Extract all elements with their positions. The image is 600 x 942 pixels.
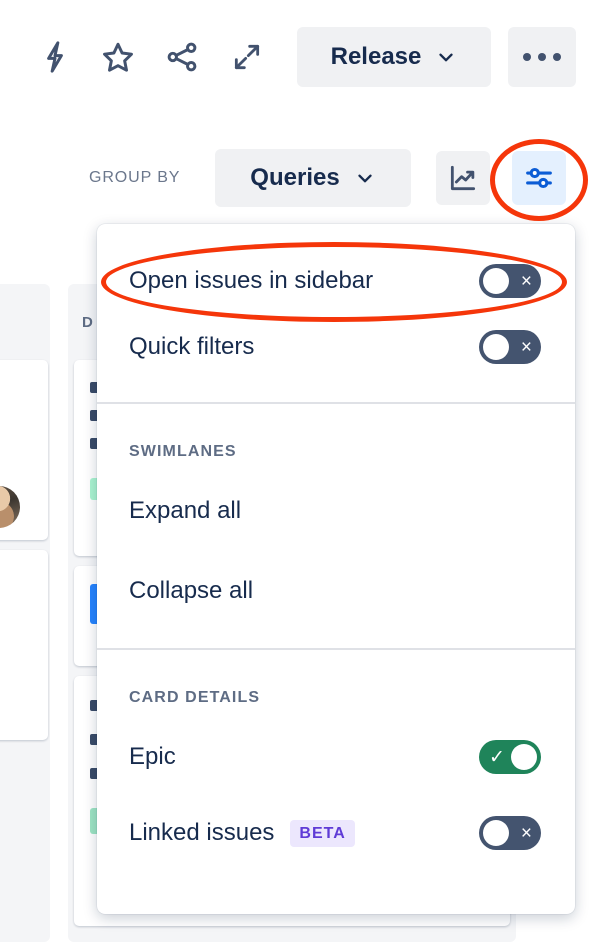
share-icon[interactable] <box>159 34 205 80</box>
more-actions-button[interactable] <box>508 27 576 87</box>
menu-item-label: Quick filters <box>129 333 255 360</box>
swimlanes-heading: SWIMLANES <box>129 443 237 460</box>
toggle-mark: × <box>520 270 532 292</box>
board-settings-popup: Open issues in sidebar × Quick filters × <box>97 224 575 914</box>
toggle-mark: × <box>520 822 532 844</box>
board-settings-button[interactable] <box>512 151 566 205</box>
group-by-dropdown-button[interactable]: Queries <box>215 149 411 207</box>
board-card[interactable] <box>0 550 48 740</box>
toggle-quick-filters[interactable]: × <box>479 330 541 364</box>
lightning-icon[interactable] <box>32 34 78 80</box>
view-settings-section: Open issues in sidebar × Quick filters × <box>97 224 575 402</box>
toggle-knob <box>483 268 509 294</box>
menu-item-linked-issues[interactable]: Linked issues BETA × <box>97 800 575 866</box>
top-toolbar: Release GROUP BY Queries <box>0 0 600 207</box>
chevron-down-icon <box>439 53 454 62</box>
menu-item-label: Epic <box>129 743 176 770</box>
toggle-knob <box>511 744 537 770</box>
ellipsis-icon <box>523 53 561 61</box>
toggle-mark: × <box>520 336 532 358</box>
avatar <box>0 486 20 528</box>
toggle-linked-issues[interactable]: × <box>479 816 541 850</box>
menu-item-label: Linked issues <box>129 819 275 846</box>
chevron-down-icon <box>357 174 372 183</box>
insights-chart-icon <box>450 165 476 191</box>
menu-item-epic[interactable]: Epic ✓ <box>97 724 575 790</box>
menu-item-expand-all[interactable]: Expand all <box>97 478 575 544</box>
expand-icon[interactable] <box>224 34 270 80</box>
card-details-section: CARD DETAILS Epic ✓ Linked issues BETA × <box>97 650 575 866</box>
toggle-knob <box>483 820 509 846</box>
release-dropdown-button[interactable]: Release <box>297 27 491 87</box>
toggle-open-issues-in-sidebar[interactable]: × <box>479 264 541 298</box>
group-by-label: GROUP BY <box>89 169 181 186</box>
menu-item-label: Expand all <box>129 497 242 524</box>
beta-badge: BETA <box>290 819 355 847</box>
board-card[interactable] <box>0 360 48 540</box>
menu-item-quick-filters[interactable]: Quick filters × <box>97 314 575 380</box>
toggle-mark: ✓ <box>489 746 505 768</box>
board-settings-sliders-icon <box>526 167 552 189</box>
menu-item-open-issues-in-sidebar[interactable]: Open issues in sidebar × <box>97 248 575 314</box>
menu-item-label: Collapse all <box>129 577 254 604</box>
swimlanes-section: SWIMLANES Expand all Collapse all <box>97 404 575 648</box>
release-label: Release <box>330 43 422 70</box>
menu-item-label: Open issues in sidebar <box>129 267 374 294</box>
board-column-title: D <box>82 314 94 331</box>
menu-item-collapse-all[interactable]: Collapse all <box>97 558 575 624</box>
toggle-knob <box>483 334 509 360</box>
group-by-value: Queries <box>250 164 340 191</box>
screen: D Release GROUP BY Queries Open issues i… <box>0 0 600 942</box>
insights-chart-button[interactable] <box>436 151 490 205</box>
star-icon[interactable] <box>95 34 141 80</box>
card-details-heading: CARD DETAILS <box>129 689 261 706</box>
toggle-epic[interactable]: ✓ <box>479 740 541 774</box>
